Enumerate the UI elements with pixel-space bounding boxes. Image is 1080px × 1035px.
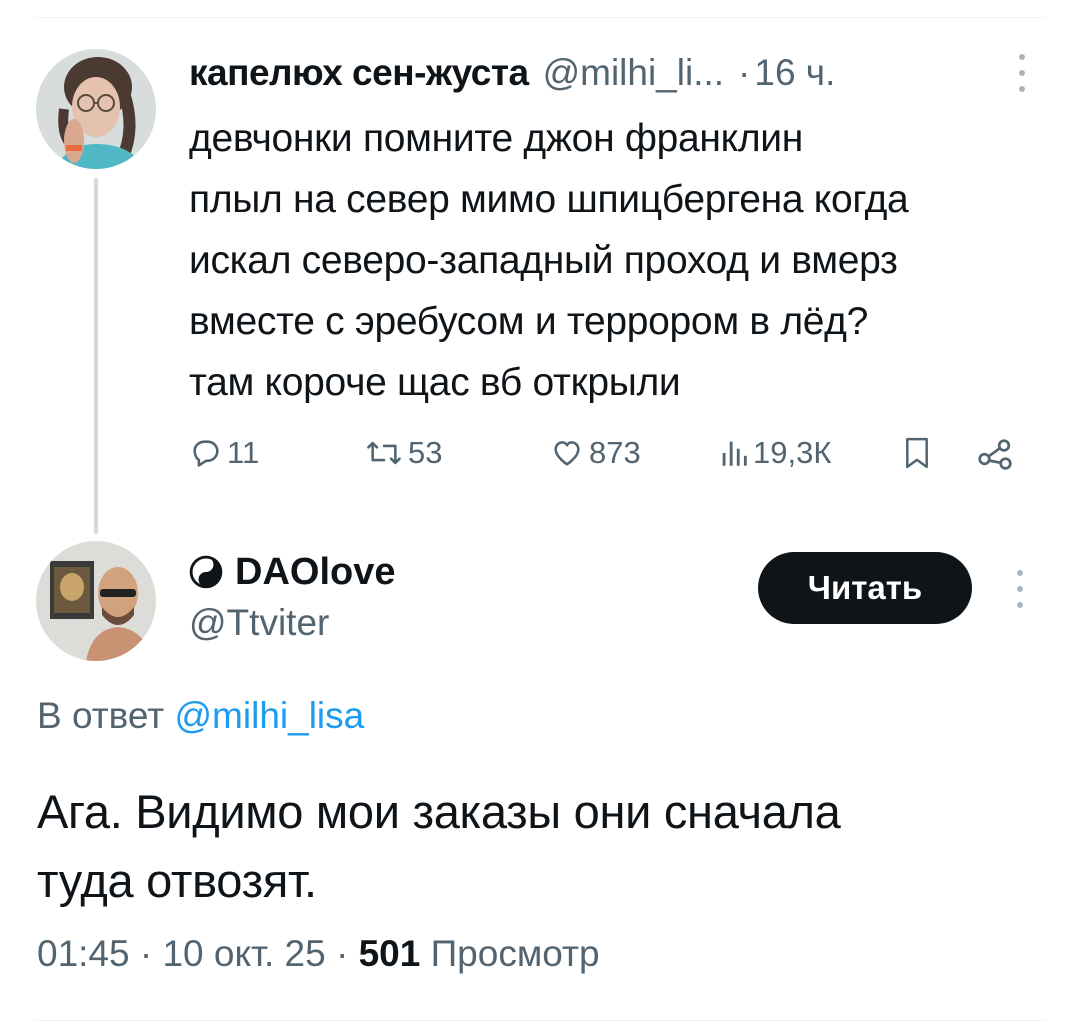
reply-avatar[interactable]: [36, 541, 156, 661]
speech-bubble-icon: [189, 436, 223, 470]
follow-button[interactable]: Читать: [758, 552, 972, 624]
reply-author-row: DAOlove: [189, 548, 395, 596]
retweet-arrows-icon: [364, 436, 404, 470]
bookmark-action[interactable]: [901, 428, 933, 478]
parent-header: капелюх сен-жуста @milhi_li... · 16 ч.: [189, 50, 835, 96]
reply-mention-link[interactable]: @milhi_lisa: [175, 695, 365, 736]
reply-tweet-text: Ага. Видимо мои заказы они сначала туда …: [37, 785, 841, 907]
bar-chart-icon: [719, 436, 749, 470]
top-divider: [36, 17, 1044, 18]
parent-action-bar: 11 53 873 19,3К: [189, 428, 1029, 478]
like-action[interactable]: 873: [549, 428, 641, 478]
parent-timestamp[interactable]: 16 ч.: [754, 52, 835, 94]
reply-more-icon[interactable]: [1010, 570, 1030, 608]
retweet-count: 53: [408, 435, 443, 470]
reply-date[interactable]: 10 окт. 25: [162, 933, 325, 974]
reply-time[interactable]: 01:45: [37, 933, 130, 974]
reply-prefix: В ответ: [37, 695, 165, 736]
retweet-action[interactable]: 53: [364, 428, 442, 478]
reply-author-name[interactable]: DAOlove: [235, 551, 395, 594]
like-count: 873: [589, 435, 641, 470]
bottom-divider: [36, 1020, 1044, 1021]
reply-views-count[interactable]: 501: [359, 933, 421, 974]
yin-yang-icon: [189, 555, 223, 589]
reply-views-label: Просмотр: [430, 933, 600, 974]
reply-meta: 01:45 · 10 окт. 25 · 501 Просмотр: [37, 933, 600, 975]
meta-separator: ·: [139, 933, 153, 974]
parent-author-name[interactable]: капелюх сен-жуста: [189, 52, 529, 94]
parent-more-icon[interactable]: [1012, 54, 1032, 92]
reply-count: 11: [227, 435, 260, 470]
views-action[interactable]: 19,3К: [719, 428, 831, 478]
meta-separator: ·: [335, 933, 349, 974]
heart-icon: [549, 436, 585, 470]
thread-line: [94, 178, 98, 534]
share-nodes-icon: [975, 435, 1015, 471]
view-count: 19,3К: [753, 435, 832, 470]
parent-tweet-text: девчонки помните джон франклин плыл на с…: [189, 117, 909, 404]
reply-author-handle[interactable]: @Ttviter: [189, 602, 329, 644]
reply-action[interactable]: 11: [189, 428, 259, 478]
header-separator: ·: [738, 52, 751, 93]
share-action[interactable]: [975, 428, 1015, 478]
bookmark-icon: [901, 435, 933, 471]
parent-avatar[interactable]: [36, 49, 156, 169]
reply-context: В ответ @milhi_lisa: [37, 695, 364, 737]
parent-author-handle[interactable]: @milhi_li...: [543, 52, 724, 94]
